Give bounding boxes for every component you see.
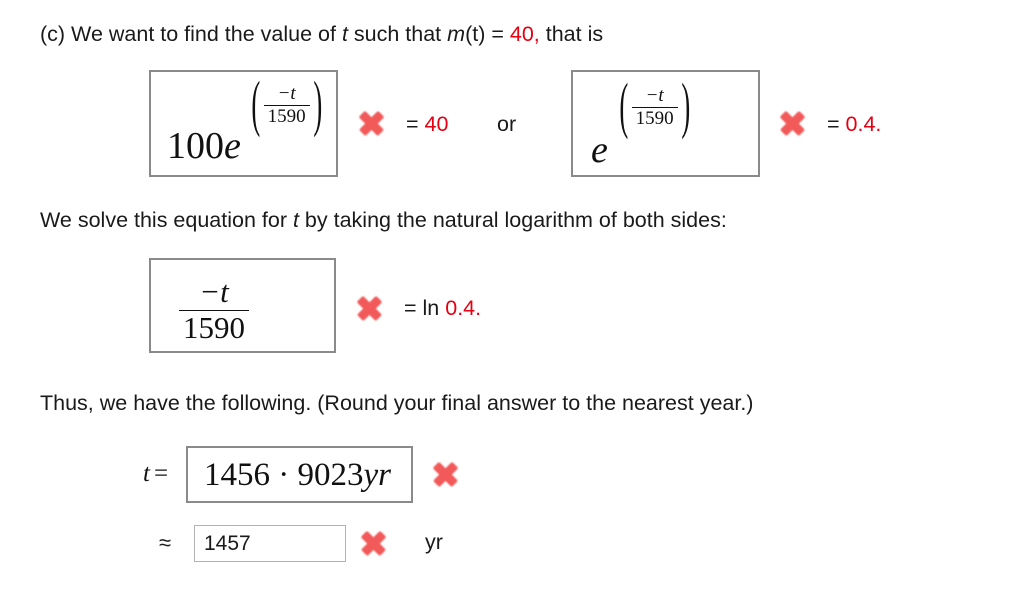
ln-argument-value: 0.4. [445,296,482,320]
answer-label-t-equals: t = [143,460,168,488]
exponent-numerator: −t [263,84,310,106]
target-mass-value: 40, [509,22,540,46]
paren-open-icon: ( [251,69,261,139]
answer-box-fraction[interactable]: −t 1590 [149,258,336,353]
answer-box-exponential-full[interactable]: 100e ( −t 1590 ) [149,70,338,177]
paren-close-icon: ) [313,69,322,139]
function-name-m: m [447,22,466,46]
incorrect-mark-icon-4 [428,457,462,491]
ln-operator: = ln [404,296,446,320]
answer-box-exponential-reduced[interactable]: e ( −t 1590 ) [571,70,760,177]
euler-base-e-2: e [591,129,608,171]
conjunction-or: or [497,112,517,136]
paren-open-icon-2: ( [619,71,629,141]
question-line-statement: (c) We want to find the value of t such … [40,22,603,48]
answer-variable-t: t [143,460,150,487]
function-args: (t) [465,22,486,46]
equals-sign: = [485,22,510,46]
exponent-group: ( −t 1590 ) [251,70,322,139]
final-answer-input[interactable]: 1457 [194,525,346,562]
exponent-denominator-2: 1590 [635,107,674,129]
coefficient-100: 100 [167,125,224,167]
exponent-numerator-2: −t [631,86,678,108]
expression-100e: 100e [167,124,241,168]
equals-operator-1: = [406,112,419,136]
final-answer-unit-label: yr [425,530,443,554]
fraction-neg-t-over-1590: −t 1590 [179,275,249,345]
exponent-denominator: 1590 [267,105,306,127]
incorrect-mark-icon-1 [354,106,388,140]
euler-base-e: e [224,125,241,167]
answer-equals-sign: = [153,460,169,487]
question-tail-text: that is [539,22,604,46]
fraction-denominator: 1590 [183,309,245,345]
question-intro-text: (c) We want to find the value of [40,22,342,46]
fraction-numerator: −t [179,275,249,311]
incorrect-mark-icon-2 [775,106,809,140]
question-text-such-that: such that [347,22,448,46]
relation-equals-point-four: = 0.4. [827,112,881,137]
incorrect-mark-icon-3 [352,291,386,325]
approximately-equal-symbol: ≈ [159,530,172,555]
relation-value-0-4: 0.4. [845,112,882,136]
instruction-line-rounding: Thus, we have the following. (Round your… [40,391,754,415]
incorrect-mark-icon-5 [356,526,390,560]
instruction-line-logarithm: We solve this equation for t by taking t… [40,208,727,234]
answer-box-t-value[interactable]: 1456 · 9023yr [186,446,413,503]
final-answer-value: 1457 [204,531,251,555]
answer-unit-yr: yr [363,457,392,493]
exponent-fraction-2: −t 1590 [631,86,678,129]
relation-equals-ln-point-four: = ln 0.4. [404,296,481,321]
exponent-fraction: −t 1590 [263,84,310,127]
equals-operator-2: = [827,112,840,136]
answer-value-expression: 1456 · 9023yr [204,457,391,494]
instruction-text-b: by taking the natural logarithm of both … [298,208,727,232]
paren-close-icon-2: ) [681,71,690,141]
instruction-text-a: We solve this equation for [40,208,293,232]
exponent-group-2: ( −t 1590 ) [619,72,690,141]
answer-numeric-value: 1456 · 9023 [204,457,364,493]
relation-value-40: 40 [424,112,449,136]
relation-equals-40: = 40 [406,112,448,137]
